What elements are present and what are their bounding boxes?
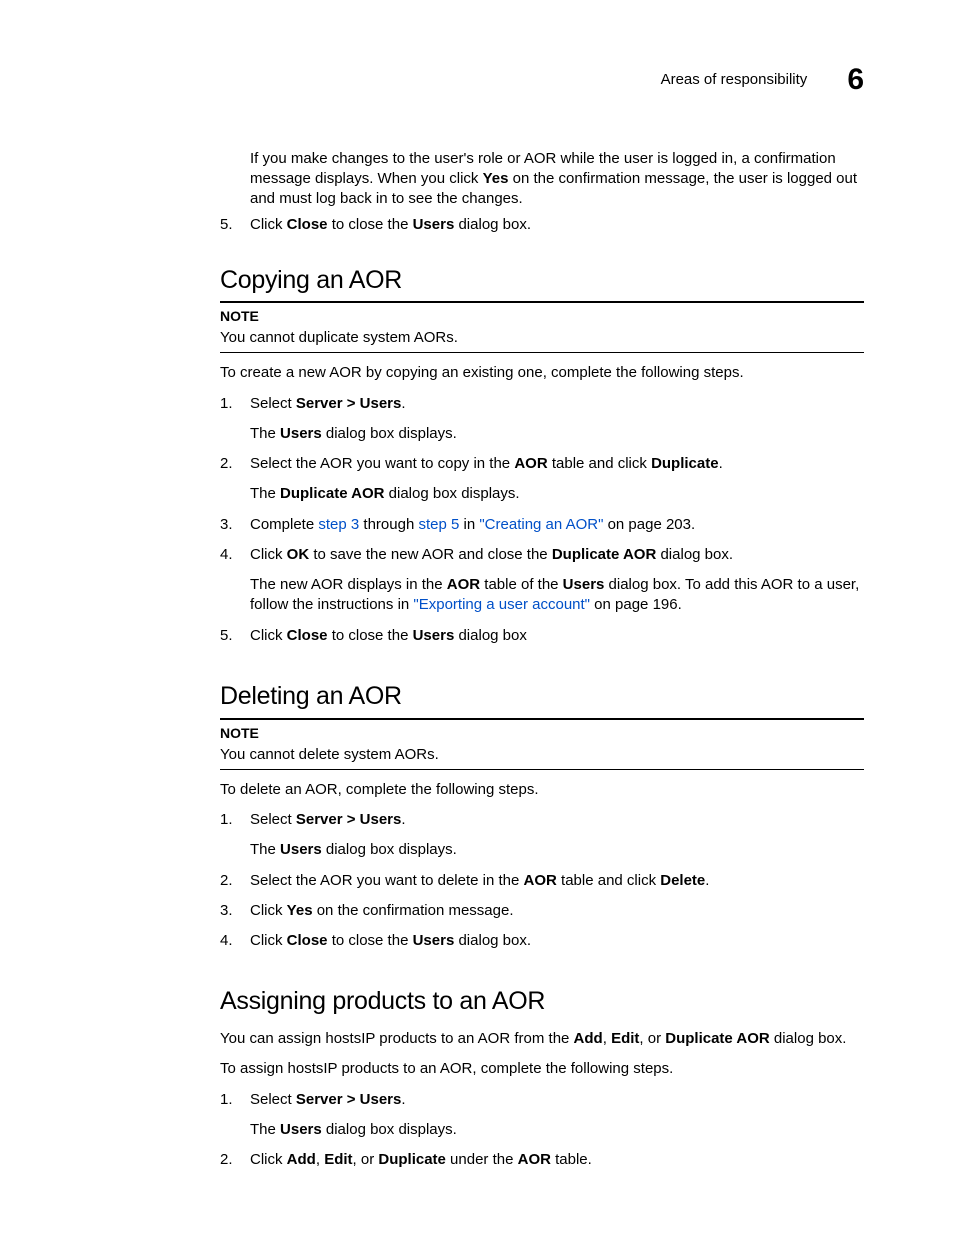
- running-header: Areas of responsibility 6: [90, 60, 864, 101]
- copying-step-4: 4. Click OK to save the new AOR and clos…: [220, 545, 864, 616]
- top-steps-continued: 5. Click Close to close the Users dialog…: [220, 215, 864, 235]
- heading-deleting-aor: Deleting an AOR: [220, 680, 864, 714]
- heading-copying-aor: Copying an AOR: [220, 264, 864, 298]
- step-number: 5.: [220, 215, 250, 235]
- assigning-intro-1: You can assign hostsIP products to an AO…: [220, 1029, 864, 1049]
- link-creating-aor[interactable]: "Creating an AOR": [479, 516, 603, 533]
- link-exporting-user-account[interactable]: "Exporting a user account": [413, 596, 590, 613]
- chapter-number: 6: [847, 60, 864, 101]
- top-step-5: 5. Click Close to close the Users dialog…: [220, 215, 864, 235]
- note-label: NOTE: [220, 307, 864, 326]
- copying-step-5: 5. Click Close to close the Users dialog…: [220, 626, 864, 646]
- content-column: If you make changes to the user's role o…: [220, 149, 864, 1171]
- heading-assigning-products: Assigning products to an AOR: [220, 985, 864, 1019]
- link-step5[interactable]: step 5: [418, 516, 459, 533]
- assigning-steps: 1. Select Server > Users. The Users dial…: [220, 1090, 864, 1171]
- note-label-2: NOTE: [220, 724, 864, 743]
- note-text: You cannot duplicate system AORs.: [220, 328, 864, 348]
- assigning-step-1: 1. Select Server > Users. The Users dial…: [220, 1090, 864, 1141]
- assigning-step-2: 2. Click Add, Edit, or Duplicate under t…: [220, 1150, 864, 1170]
- note-text-2: You cannot delete system AORs.: [220, 745, 864, 765]
- rule-bottom: [220, 352, 864, 353]
- copying-steps: 1. Select Server > Users. The Users dial…: [220, 394, 864, 646]
- deleting-step-3: 3. Click Yes on the confirmation message…: [220, 901, 864, 921]
- page: Areas of responsibility 6 If you make ch…: [0, 0, 954, 1235]
- link-step3[interactable]: step 3: [318, 516, 359, 533]
- copying-step-2: 2. Select the AOR you want to copy in th…: [220, 454, 864, 505]
- header-title: Areas of responsibility: [661, 70, 808, 90]
- copying-step-3: 3. Complete step 3 through step 5 in "Cr…: [220, 515, 864, 535]
- assigning-intro-2: To assign hostsIP products to an AOR, co…: [220, 1059, 864, 1079]
- deleting-intro: To delete an AOR, complete the following…: [220, 780, 864, 800]
- intro-bold-yes: Yes: [483, 170, 509, 187]
- rule-bottom-2: [220, 769, 864, 770]
- deleting-step-4: 4. Click Close to close the Users dialog…: [220, 931, 864, 951]
- deleting-step-2: 2. Select the AOR you want to delete in …: [220, 871, 864, 891]
- rule-top: [220, 301, 864, 303]
- intro-carried-para: If you make changes to the user's role o…: [250, 149, 864, 210]
- rule-top-2: [220, 718, 864, 720]
- deleting-step-1: 1. Select Server > Users. The Users dial…: [220, 810, 864, 861]
- copying-intro: To create a new AOR by copying an existi…: [220, 363, 864, 383]
- deleting-steps: 1. Select Server > Users. The Users dial…: [220, 810, 864, 951]
- copying-step-1: 1. Select Server > Users. The Users dial…: [220, 394, 864, 445]
